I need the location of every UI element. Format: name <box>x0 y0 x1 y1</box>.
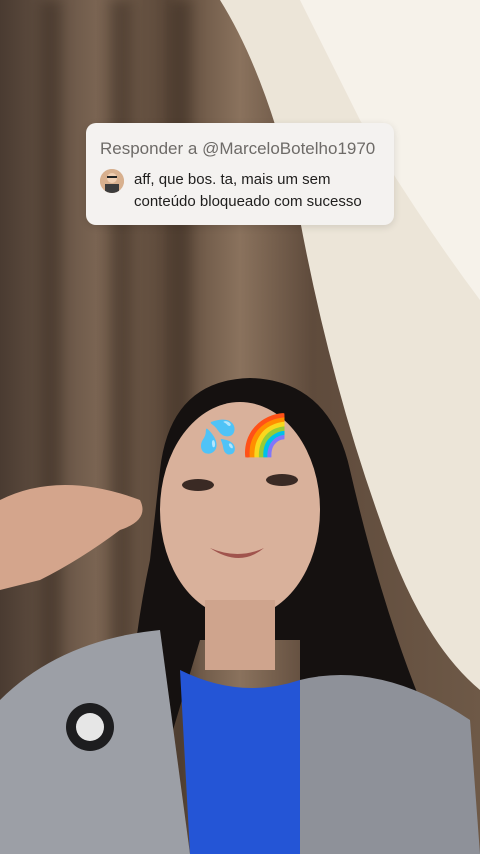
video-frame[interactable]: 💦 🌈 Responder a @MarceloBotelho1970 aff,… <box>0 0 480 854</box>
reply-comment-card[interactable]: Responder a @MarceloBotelho1970 aff, que… <box>86 123 394 225</box>
sweat-droplets-sticker[interactable]: 💦 <box>198 418 238 456</box>
reply-header: Responder a @MarceloBotelho1970 <box>100 139 376 158</box>
commenter-avatar <box>100 169 124 193</box>
reply-comment-text: aff, que bos. ta, mais um sem conteúdo b… <box>134 171 362 210</box>
rainbow-sticker[interactable]: 🌈 <box>240 412 290 459</box>
